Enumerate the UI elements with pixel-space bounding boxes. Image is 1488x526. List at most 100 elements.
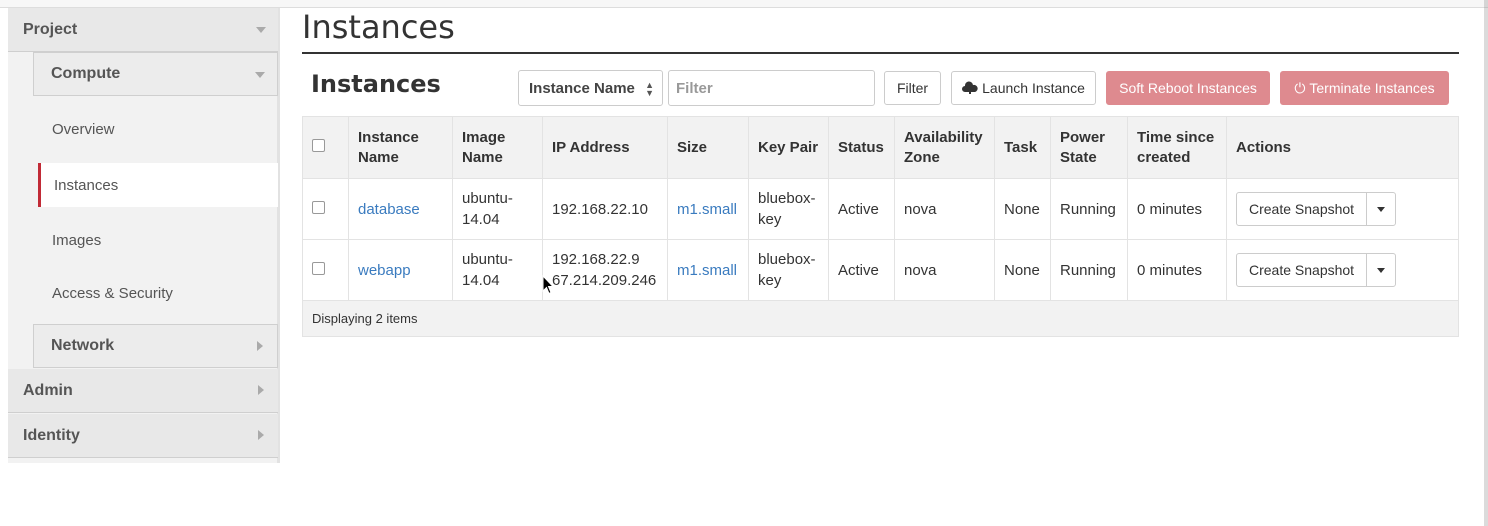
- power-icon: ⏻: [1294, 79, 1306, 96]
- header-instance-name[interactable]: Instance Name: [348, 116, 453, 179]
- header-availability-zone[interactable]: Availability Zone: [894, 116, 995, 179]
- chevron-right-icon: [258, 385, 264, 395]
- window-edge: [1484, 0, 1488, 526]
- instance-name-link[interactable]: database: [358, 201, 420, 218]
- power-state-cell: Running: [1050, 239, 1128, 301]
- chevron-down-icon: [256, 27, 266, 33]
- sidebar: Project Compute Overview Instances Image…: [8, 8, 280, 463]
- filter-field-select[interactable]: Instance Name ▲ ▼: [518, 70, 663, 106]
- header-ip-address[interactable]: IP Address: [542, 116, 668, 179]
- caret-down-icon: [1377, 267, 1386, 273]
- actions-cell: Create Snapshot: [1226, 239, 1459, 301]
- instances-table: Instance Name Image Name IP Address Size…: [302, 116, 1459, 337]
- actions-cell: Create Snapshot: [1226, 178, 1459, 240]
- image-name: ubuntu-14.04: [462, 251, 513, 289]
- table-header-row: Instance Name Image Name IP Address Size…: [302, 116, 1459, 179]
- header-image-name[interactable]: Image Name: [452, 116, 543, 179]
- sidebar-item-images[interactable]: Images: [38, 218, 278, 262]
- key-pair: bluebox-key: [758, 251, 816, 289]
- status-cell: Active: [828, 239, 895, 301]
- key-pair: bluebox-key: [758, 190, 816, 228]
- table-footer-count: Displaying 2 items: [302, 300, 1459, 337]
- key-pair-cell: bluebox-key: [748, 178, 829, 240]
- availability-zone-cell: nova: [894, 178, 995, 240]
- row-checkbox-cell: [302, 178, 349, 240]
- title-divider: [302, 52, 1459, 54]
- sidebar-panel-network[interactable]: Network: [33, 324, 278, 368]
- header-task[interactable]: Task: [994, 116, 1051, 179]
- time-since-created-cell: 0 minutes: [1127, 239, 1227, 301]
- create-snapshot-button[interactable]: Create Snapshot: [1237, 254, 1368, 286]
- updown-arrows-icon: ▲ ▼: [645, 80, 654, 98]
- task-cell: None: [994, 178, 1051, 240]
- filter-field-label: Instance Name: [529, 79, 635, 97]
- sidebar-network-label: Network: [51, 337, 115, 354]
- select-all-cell: [302, 116, 349, 179]
- header-key-pair[interactable]: Key Pair: [748, 116, 829, 179]
- header-actions: Actions: [1226, 116, 1459, 179]
- ip-address-cell: 192.168.22.9 67.214.209.246: [542, 239, 668, 301]
- mouse-pointer-icon: [542, 275, 554, 295]
- availability-zone-cell: nova: [894, 239, 995, 301]
- instance-name-cell: database: [348, 178, 453, 240]
- instance-name-cell: webapp: [348, 239, 453, 301]
- ip-address: 67.214.209.246: [552, 272, 657, 289]
- ip-address: 192.168.22.9: [552, 251, 640, 268]
- sidebar-dashboard-admin[interactable]: Admin: [8, 369, 278, 413]
- table-row: webapp ubuntu-14.04 192.168.22.9 67.214.…: [302, 239, 1459, 301]
- terminate-instances-label: Terminate Instances: [1309, 80, 1435, 96]
- size-link[interactable]: m1.small: [677, 201, 737, 218]
- row-actions-group: Create Snapshot: [1236, 192, 1397, 226]
- chevron-right-icon: [258, 430, 264, 440]
- table-footer-row: Displaying 2 items: [302, 300, 1459, 337]
- row-actions-group: Create Snapshot: [1236, 253, 1397, 287]
- terminate-instances-button[interactable]: ⏻ Terminate Instances: [1280, 71, 1449, 105]
- row-actions-dropdown-toggle[interactable]: [1367, 193, 1395, 225]
- size-cell: m1.small: [667, 178, 749, 240]
- launch-instance-button[interactable]: Launch Instance: [951, 71, 1096, 105]
- image-name: ubuntu-14.04: [462, 190, 513, 228]
- sidebar-item-instances[interactable]: Instances: [38, 163, 278, 207]
- row-checkbox-cell: [302, 239, 349, 301]
- cloud-upload-icon: [962, 81, 978, 94]
- power-state-cell: Running: [1050, 178, 1128, 240]
- task-cell: None: [994, 239, 1051, 301]
- caret-down-icon: [1377, 206, 1386, 212]
- row-checkbox[interactable]: [312, 261, 325, 275]
- time-since-created-cell: 0 minutes: [1127, 178, 1227, 240]
- row-checkbox[interactable]: [312, 200, 325, 214]
- header-status[interactable]: Status: [828, 116, 895, 179]
- sidebar-dashboard-identity[interactable]: Identity: [8, 414, 278, 458]
- status-cell: Active: [828, 178, 895, 240]
- chevron-right-icon: [257, 341, 263, 351]
- header-size[interactable]: Size: [667, 116, 749, 179]
- filter-input[interactable]: [668, 70, 875, 106]
- ip-address-cell: 192.168.22.10: [542, 178, 668, 240]
- launch-instance-label: Launch Instance: [982, 80, 1085, 96]
- sidebar-item-access-security[interactable]: Access & Security: [38, 271, 278, 315]
- sidebar-admin-label: Admin: [23, 381, 73, 399]
- select-all-checkbox[interactable]: [312, 138, 325, 152]
- soft-reboot-instances-button[interactable]: Soft Reboot Instances: [1106, 71, 1270, 105]
- create-snapshot-button[interactable]: Create Snapshot: [1237, 193, 1368, 225]
- sidebar-compute-label: Compute: [51, 65, 121, 82]
- image-name-cell: ubuntu-14.04: [452, 239, 543, 301]
- image-name-cell: ubuntu-14.04: [452, 178, 543, 240]
- table-title: Instances: [311, 70, 441, 98]
- sidebar-project-label: Project: [23, 20, 78, 38]
- key-pair-cell: bluebox-key: [748, 239, 829, 301]
- instance-name-link[interactable]: webapp: [358, 262, 411, 279]
- header-power-state[interactable]: Power State: [1050, 116, 1128, 179]
- top-border: [0, 0, 1488, 8]
- ip-address: 192.168.22.10: [552, 200, 648, 218]
- sidebar-dashboard-project[interactable]: Project: [8, 8, 278, 52]
- size-link[interactable]: m1.small: [677, 262, 737, 279]
- page-title: Instances: [302, 8, 455, 46]
- sidebar-identity-label: Identity: [23, 426, 80, 444]
- filter-button[interactable]: Filter: [884, 71, 941, 105]
- row-actions-dropdown-toggle[interactable]: [1367, 254, 1395, 286]
- sidebar-panel-compute[interactable]: Compute: [33, 52, 278, 96]
- sidebar-item-overview[interactable]: Overview: [38, 107, 278, 151]
- header-time-since-created[interactable]: Time since created: [1127, 116, 1227, 179]
- chevron-down-icon: [255, 72, 265, 78]
